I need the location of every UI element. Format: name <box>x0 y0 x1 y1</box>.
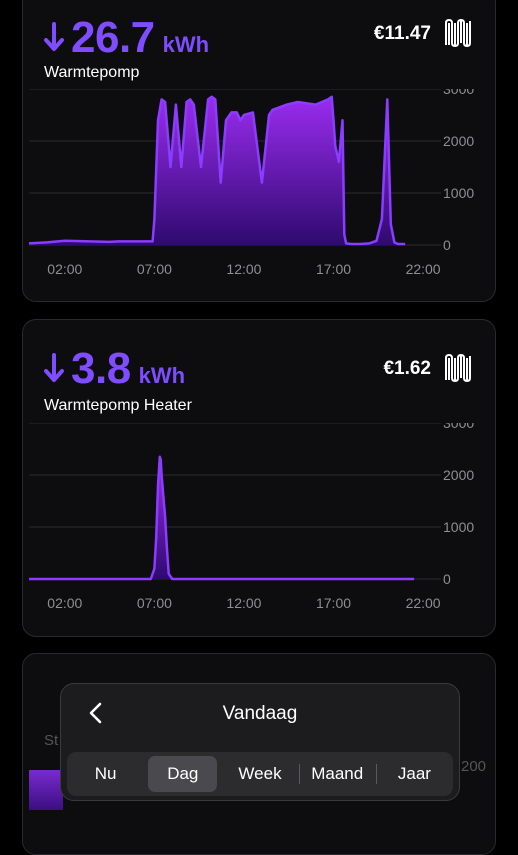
period-tabs: Nu Dag Week Maand Jaar <box>67 752 453 796</box>
device-name: Warmtepomp Heater <box>44 397 192 414</box>
energy-unit: kWh <box>138 363 186 388</box>
tab-nu[interactable]: Nu <box>71 756 140 792</box>
x-tick-label: 17:00 <box>316 261 351 277</box>
arrow-down-icon <box>44 22 64 51</box>
energy-value: 26.7 <box>71 13 155 62</box>
y-tick-label: 2000 <box>443 467 474 483</box>
energy-card-warmtepomp[interactable]: 26.7 kWh Warmtepomp €11.47 3000 2000 1000 0… <box>22 0 496 302</box>
device-name: St <box>44 732 59 749</box>
y-tick-label: 1000 <box>443 185 474 201</box>
x-tick-label: 22:00 <box>406 261 441 277</box>
power-chart: 3000 2000 1000 0 02:00 07:00 12:00 17:00 22:00 <box>29 423 474 611</box>
y-tick-label: 1000 <box>443 519 474 535</box>
x-tick-label: 22:00 <box>406 595 441 611</box>
x-tick-label: 07:00 <box>137 261 172 277</box>
y-tick-label: 3000 <box>443 89 474 97</box>
y-tick-label: 0 <box>443 237 451 253</box>
x-tick-label: 07:00 <box>137 595 172 611</box>
y-tick-label: 3000 <box>443 423 474 431</box>
tab-maand[interactable]: Maand <box>298 756 372 792</box>
device-name: Warmtepomp <box>44 64 140 81</box>
radiator-icon <box>445 354 471 382</box>
tab-dag[interactable]: Dag <box>148 756 218 792</box>
tab-jaar[interactable]: Jaar <box>375 756 449 792</box>
period-selector: Vandaag Nu Dag Week Maand Jaar <box>60 683 460 801</box>
energy-card-warmtepomp-heater[interactable]: 3.8 kWh Warmtepomp Heater €1.62 3000 2000… <box>22 319 496 637</box>
period-title: Vandaag <box>222 703 298 724</box>
y-tick-label: 0 <box>443 571 451 587</box>
x-tick-label: 02:00 <box>47 261 82 277</box>
y-tick-label: 2000 <box>443 133 474 149</box>
radiator-icon <box>445 19 471 47</box>
x-tick-label: 02:00 <box>47 595 82 611</box>
x-tick-label: 12:00 <box>226 595 261 611</box>
y-tick: 200 <box>461 758 487 775</box>
energy-value: 3.8 <box>71 344 131 393</box>
energy-unit: kWh <box>162 32 210 57</box>
tab-week[interactable]: Week <box>225 756 294 792</box>
cost-value: €1.62 <box>383 358 431 379</box>
power-chart: 3000 2000 1000 0 02:00 07:00 12:00 17:00 22:00 <box>28 89 474 277</box>
arrow-down-icon <box>44 353 64 382</box>
cost-value: €11.47 <box>373 23 431 44</box>
x-tick-label: 17:00 <box>316 595 351 611</box>
chart-area-fragment <box>29 770 63 810</box>
energy-total: 26.7 kWh <box>43 13 209 63</box>
energy-total: 3.8 kWh <box>43 344 185 394</box>
x-tick-label: 12:00 <box>226 261 261 277</box>
